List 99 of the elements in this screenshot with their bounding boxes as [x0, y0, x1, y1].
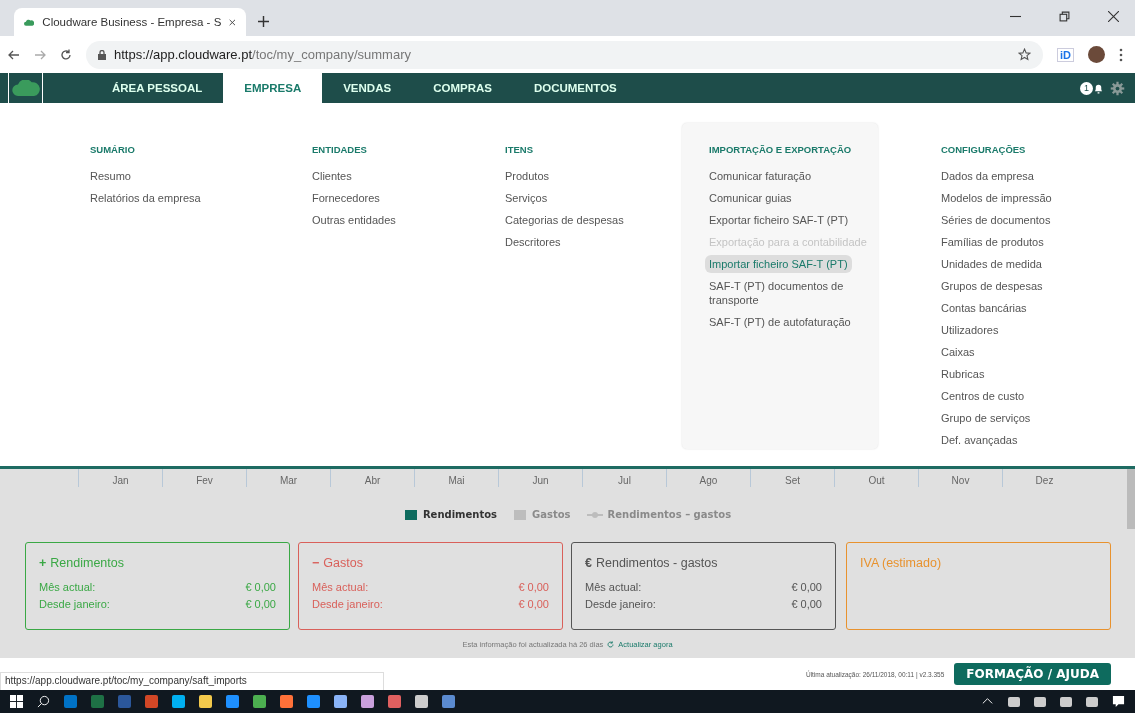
- menu-item[interactable]: Grupos de despesas: [937, 277, 1047, 295]
- nav-tab[interactable]: VENDAS: [322, 73, 413, 103]
- avatar[interactable]: [1088, 46, 1105, 63]
- menu-item[interactable]: Contas bancárias: [937, 299, 1031, 317]
- close-icon[interactable]: [229, 17, 236, 27]
- close-icon[interactable]: [1108, 11, 1119, 22]
- menu-icon[interactable]: [1119, 47, 1123, 62]
- lock-icon: [98, 49, 106, 60]
- menu-item[interactable]: Produtos: [501, 167, 554, 185]
- extension-button[interactable]: iD: [1057, 47, 1074, 62]
- menu-item[interactable]: Fornecedores: [308, 189, 384, 207]
- menu-item[interactable]: Serviços: [501, 189, 552, 207]
- search-icon[interactable]: [37, 695, 50, 708]
- windows-icon[interactable]: [10, 695, 23, 708]
- menu-item[interactable]: Caixas: [937, 343, 979, 361]
- card-title: − Gastos: [312, 556, 364, 570]
- card-label: Mês actual:: [39, 580, 96, 595]
- menu-item[interactable]: Dados da empresa: [937, 167, 1038, 185]
- month-label: Dez: [1002, 469, 1086, 487]
- legend-item[interactable]: Rendimentos: [403, 509, 498, 520]
- card-value: € 0,00: [518, 580, 549, 595]
- card-label: Mês actual:: [585, 580, 642, 595]
- menu-item[interactable]: Comunicar guias: [705, 189, 796, 207]
- menu-item[interactable]: Utilizadores: [937, 321, 1003, 339]
- menu-item[interactable]: Categorias de despesas: [501, 211, 628, 229]
- menu-item[interactable]: Clientes: [308, 167, 356, 185]
- month-label: Jan: [78, 469, 162, 487]
- help-button[interactable]: FORMAÇÃO / AJUDA: [954, 663, 1111, 685]
- scrollbar[interactable]: [1127, 469, 1135, 529]
- month-label: Fev: [162, 469, 246, 487]
- logo[interactable]: [8, 73, 43, 103]
- menu-item[interactable]: Outras entidades: [308, 211, 400, 229]
- menu-item[interactable]: Rubricas: [937, 365, 989, 383]
- address-bar[interactable]: https://app.cloudware.pt/toc/my_company/summary: [86, 40, 1043, 69]
- card-label: Desde janeiro:: [585, 597, 656, 612]
- tab-title: Cloudware Business - Empresa - S: [42, 16, 222, 28]
- card-title: + Rendimentos: [39, 556, 125, 570]
- browser-tab[interactable]: Cloudware Business - Empresa - S: [14, 8, 246, 36]
- menu-item[interactable]: SAF-T (PT) de autofaturação: [705, 313, 855, 331]
- month-label: Ago: [666, 469, 750, 487]
- month-label: Jun: [498, 469, 582, 487]
- menu-item[interactable]: SAF-T (PT) documentos de transporte: [705, 277, 878, 309]
- notification-badge: 1: [1080, 81, 1093, 95]
- card-value: € 0,00: [245, 580, 276, 595]
- card-value: € 0,00: [791, 580, 822, 595]
- chat-icon[interactable]: [1112, 695, 1125, 708]
- reload-icon[interactable]: [60, 48, 72, 61]
- card-value: € 0,00: [518, 597, 549, 612]
- menu-heading: SUMÁRIO: [90, 144, 135, 155]
- card-label: Desde janeiro:: [312, 597, 383, 612]
- bell-icon[interactable]: [1093, 82, 1104, 94]
- refresh-icon[interactable]: [607, 641, 615, 648]
- menu-heading: ENTIDADES: [312, 144, 367, 155]
- month-label: Mai: [414, 469, 498, 487]
- menu-item[interactable]: Resumo: [86, 167, 135, 185]
- card-label: Mês actual:: [312, 580, 369, 595]
- menu-item[interactable]: Famílias de produtos: [937, 233, 1048, 251]
- restore-icon[interactable]: [1059, 11, 1070, 22]
- tray-icon[interactable]: [1034, 696, 1046, 707]
- month-label: Nov: [918, 469, 1002, 487]
- url-text: https://app.cloudware.pt/toc/my_company/summary: [114, 47, 411, 62]
- menu-item[interactable]: Grupo de serviços: [937, 409, 1035, 427]
- menu-item[interactable]: Unidades de medida: [937, 255, 1046, 273]
- menu-item[interactable]: Centros de custo: [937, 387, 1029, 405]
- nav-tab[interactable]: COMPRAS: [412, 73, 513, 103]
- menu-item[interactable]: Comunicar faturação: [705, 167, 816, 185]
- tray-icon[interactable]: [1060, 696, 1072, 707]
- card-value: € 0,00: [245, 597, 276, 612]
- menu-heading: IMPORTAÇÃO E EXPORTAÇÃO: [709, 144, 852, 155]
- card-title: IVA (estimado): [860, 556, 943, 570]
- menu-item[interactable]: Exportar ficheiro SAF-T (PT): [705, 211, 853, 229]
- menu-heading: ITENS: [505, 144, 533, 155]
- card-value: € 0,00: [791, 597, 822, 612]
- nav-tab[interactable]: EMPRESA: [223, 73, 323, 103]
- nav-tab[interactable]: ÁREA PESSOAL: [91, 73, 224, 103]
- tray-icon[interactable]: [1086, 696, 1098, 707]
- settings-icon[interactable]: [1110, 80, 1125, 96]
- menu-item[interactable]: Modelos de impressão: [937, 189, 1056, 207]
- tray-icon[interactable]: [1008, 696, 1020, 707]
- menu-item[interactable]: Def. avançadas: [937, 431, 1022, 449]
- month-label: Jul: [582, 469, 666, 487]
- month-label: Set: [750, 469, 834, 487]
- nav-tab[interactable]: DOCUMENTOS: [512, 73, 638, 103]
- menu-item[interactable]: Descritores: [501, 233, 565, 251]
- month-label: Mar: [246, 469, 330, 487]
- month-label: Abr: [330, 469, 414, 487]
- menu-item[interactable]: Séries de documentos: [937, 211, 1055, 229]
- menu-item[interactable]: Importar ficheiro SAF-T (PT): [705, 255, 852, 273]
- new-tab-icon[interactable]: [258, 16, 269, 27]
- card-title: € Rendimentos - gastos: [585, 556, 719, 570]
- cloud-icon: [24, 17, 35, 27]
- back-icon[interactable]: [8, 48, 20, 61]
- star-icon[interactable]: [1018, 48, 1031, 61]
- app-icon[interactable]: [415, 695, 428, 708]
- app-icon[interactable]: [199, 695, 212, 708]
- card-label: Desde janeiro:: [39, 597, 110, 612]
- month-label: Out: [834, 469, 918, 487]
- menu-heading: CONFIGURAÇÕES: [941, 144, 1026, 155]
- menu-item[interactable]: Relatórios da empresa: [86, 189, 205, 207]
